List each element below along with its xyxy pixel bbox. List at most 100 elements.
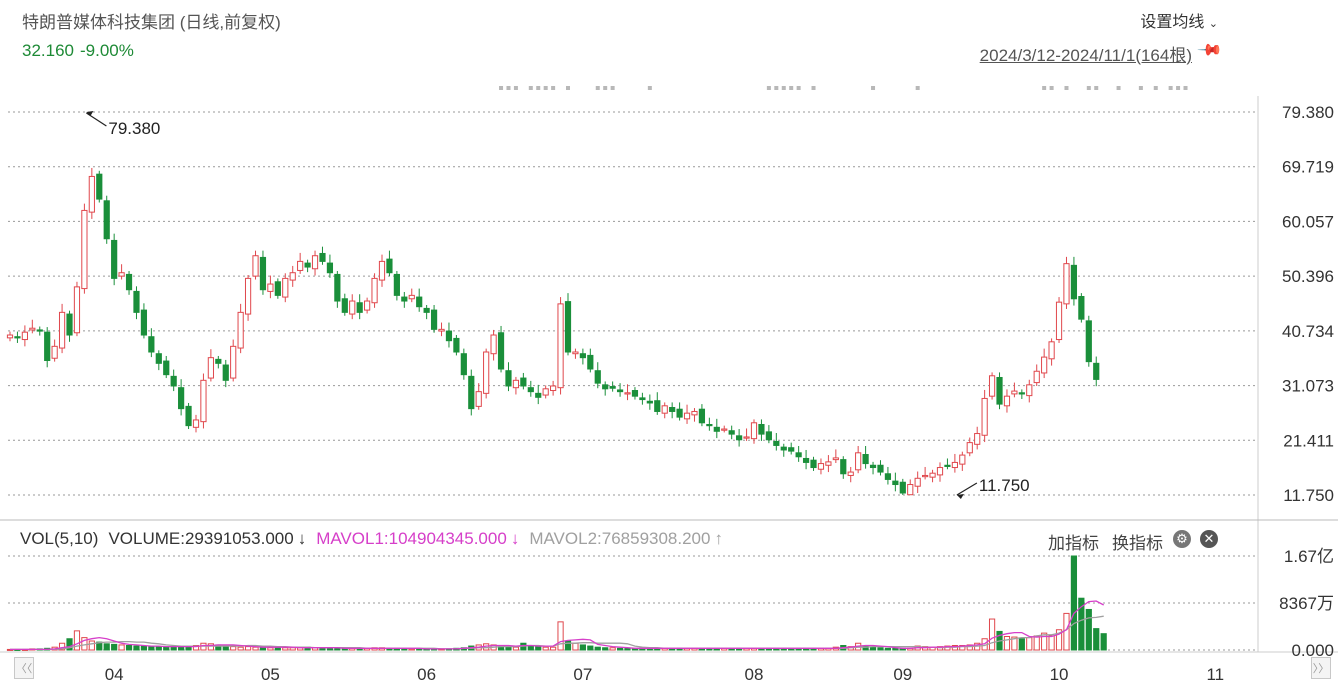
candle-body xyxy=(118,272,125,277)
month-label: 05 xyxy=(261,665,280,684)
candle-body xyxy=(311,255,319,270)
candle-body xyxy=(490,334,497,355)
candle-body xyxy=(207,357,214,379)
candle-body xyxy=(215,358,222,364)
event-marker xyxy=(528,86,533,90)
candle-body xyxy=(274,281,281,296)
volume-tick-label: 0.000 xyxy=(1291,641,1334,660)
month-label: 07 xyxy=(573,665,592,684)
volume-bar xyxy=(401,648,408,651)
month-label: 09 xyxy=(893,665,912,684)
candle-body xyxy=(326,262,334,274)
volume-bar xyxy=(1048,635,1055,651)
candle-body xyxy=(899,481,906,494)
candle-body xyxy=(1018,392,1025,395)
candle-body xyxy=(780,446,787,451)
candle-body xyxy=(550,385,557,392)
event-marker xyxy=(1094,86,1099,90)
candle-body xyxy=(616,389,624,393)
candle-body xyxy=(676,408,683,418)
candle-body xyxy=(713,426,720,432)
event-marker xyxy=(1176,86,1181,90)
price-tick-label: 60.057 xyxy=(1282,212,1334,231)
candle-body xyxy=(773,440,780,446)
candle-body xyxy=(66,313,73,336)
volume-bar xyxy=(244,646,252,651)
volume-bar xyxy=(624,647,631,651)
volume-bar xyxy=(1100,633,1107,651)
candle-body xyxy=(267,283,274,292)
event-marker xyxy=(513,86,518,90)
candle-body xyxy=(58,311,66,349)
candle-body xyxy=(103,200,110,240)
candle-body xyxy=(817,463,825,470)
candle-body xyxy=(483,351,490,394)
candle-body xyxy=(572,351,579,355)
candle-body xyxy=(289,272,296,281)
volume-bar xyxy=(334,647,341,651)
candle-body xyxy=(535,392,542,398)
candle-body xyxy=(736,435,743,441)
event-markers xyxy=(499,86,1188,90)
price-tick-label: 50.396 xyxy=(1282,267,1334,286)
candle-body xyxy=(646,400,653,404)
volume-bar xyxy=(125,644,133,651)
candle-body xyxy=(1048,341,1055,360)
candle-body xyxy=(44,331,51,361)
volume-bar xyxy=(163,646,170,651)
event-marker xyxy=(603,86,608,90)
candle-body xyxy=(840,459,847,475)
candle-body xyxy=(520,377,527,387)
event-marker xyxy=(1116,86,1121,90)
volume-bar xyxy=(230,646,237,651)
candle-body xyxy=(96,173,103,200)
candle-body xyxy=(758,423,765,435)
volume-bar xyxy=(111,643,118,651)
volume-bar xyxy=(1085,608,1092,651)
month-label: 08 xyxy=(745,665,764,684)
candle-body xyxy=(29,327,36,331)
candle-body xyxy=(505,370,512,387)
volume-bar xyxy=(892,647,899,651)
candle-body xyxy=(855,452,862,471)
volume-bar xyxy=(877,647,884,651)
candle-body xyxy=(460,353,467,376)
candle-body xyxy=(393,273,400,296)
event-marker xyxy=(1042,86,1047,90)
volume-bar xyxy=(988,618,996,651)
volume-bar xyxy=(572,642,579,651)
volume-bar xyxy=(170,646,177,651)
volume-bar xyxy=(1003,635,1011,651)
month-label: 04 xyxy=(105,665,124,684)
candle-body xyxy=(497,332,505,370)
candle-body xyxy=(1093,362,1100,380)
event-marker xyxy=(915,86,920,90)
candle-body xyxy=(892,480,899,486)
volume-bars xyxy=(6,555,1107,651)
candle-body xyxy=(1070,264,1078,300)
candle-body xyxy=(237,311,244,349)
candle-body xyxy=(148,336,155,353)
candle-body xyxy=(832,457,839,461)
candle-body xyxy=(654,400,661,412)
candle-body xyxy=(6,334,14,339)
volume-bar xyxy=(557,621,564,651)
candle-body xyxy=(639,397,646,401)
candle-body xyxy=(698,408,706,424)
candle-body xyxy=(155,353,162,364)
event-marker xyxy=(789,86,794,90)
candle-body xyxy=(564,301,572,353)
candle-body xyxy=(795,452,802,458)
candle-body xyxy=(304,262,311,268)
event-marker xyxy=(1064,86,1069,90)
price-tick-label: 69.719 xyxy=(1282,158,1334,177)
candle-body xyxy=(802,457,810,463)
volume-bar xyxy=(616,647,624,651)
event-marker xyxy=(566,86,570,90)
volume-bar xyxy=(1063,612,1070,651)
candle-body xyxy=(728,430,735,435)
candle-body xyxy=(416,296,423,308)
candle-body xyxy=(877,464,884,473)
candle-body xyxy=(88,175,95,213)
candle-body xyxy=(1041,356,1048,374)
